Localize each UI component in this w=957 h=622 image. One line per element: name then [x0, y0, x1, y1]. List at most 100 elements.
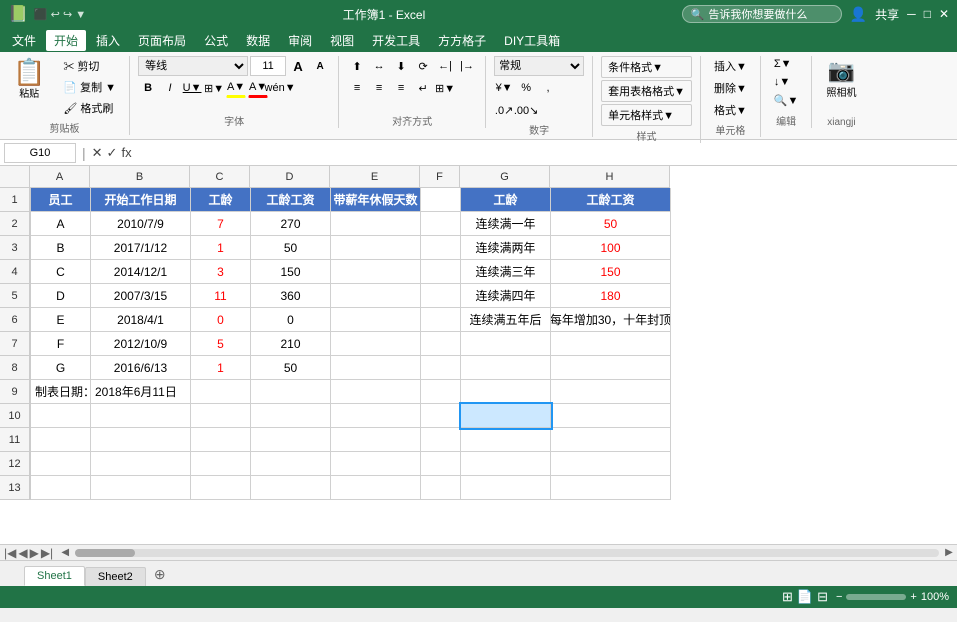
fill-color-button[interactable]: A▼ [226, 78, 246, 98]
cell-2-4[interactable]: 270 [251, 212, 331, 236]
cell-5-3[interactable]: 11 [191, 284, 251, 308]
align-right-button[interactable]: ≡ [391, 78, 411, 98]
cell-11-6[interactable] [421, 428, 461, 452]
format-painter-button[interactable]: 🖌 格式刷 [58, 98, 121, 118]
cell-2-2[interactable]: 2010/7/9 [91, 212, 191, 236]
cell-3-3[interactable]: 1 [191, 236, 251, 260]
col-header-d[interactable]: D [250, 166, 330, 188]
cell-13-1[interactable] [31, 476, 91, 500]
cell-5-5[interactable] [331, 284, 421, 308]
search-box[interactable]: 🔍 告诉我你想要做什么 [682, 5, 842, 23]
cell-6-3[interactable]: 0 [191, 308, 251, 332]
align-left-button[interactable]: ≡ [347, 78, 367, 98]
cell-12-4[interactable] [251, 452, 331, 476]
decimal-decrease-button[interactable]: .00↘ [516, 100, 536, 120]
sigma-button[interactable]: Σ▼ [769, 56, 804, 72]
row-header-11[interactable]: 11 [0, 428, 30, 452]
camera-button[interactable]: 📷 照相机 [820, 56, 862, 101]
cell-12-7[interactable] [461, 452, 551, 476]
page-layout-view-button[interactable]: 📄 [797, 589, 813, 605]
cell-10-6[interactable] [421, 404, 461, 428]
sheet-nav-last[interactable]: ▶| [41, 546, 53, 560]
insert-function-icon[interactable]: fx [121, 145, 131, 160]
cell-1-5[interactable]: 带薪年休假天数 [331, 188, 421, 212]
align-bottom-button[interactable]: ⬇ [391, 56, 411, 76]
cell-11-4[interactable] [251, 428, 331, 452]
cell-5-1[interactable]: D [31, 284, 91, 308]
cell-13-5[interactable] [331, 476, 421, 500]
row-header-12[interactable]: 12 [0, 452, 30, 476]
cell-2-5[interactable] [331, 212, 421, 236]
insert-cell-button[interactable]: 插入▼ [709, 56, 752, 76]
percent-button[interactable]: % [516, 78, 536, 98]
cell-2-3[interactable]: 7 [191, 212, 251, 236]
conditional-format-button[interactable]: 条件格式▼ [601, 56, 692, 78]
cell-9-7[interactable] [461, 380, 551, 404]
cell-3-6[interactable] [421, 236, 461, 260]
cell-7-5[interactable] [331, 332, 421, 356]
menu-home[interactable]: 开始 [46, 30, 86, 51]
cell-6-1[interactable]: E [31, 308, 91, 332]
h-scroll-right[interactable]: ▶ [941, 545, 957, 561]
row-header-2[interactable]: 2 [0, 212, 30, 236]
cell-4-5[interactable] [331, 260, 421, 284]
font-size-input[interactable] [250, 56, 286, 76]
cell-7-2[interactable]: 2012/10/9 [91, 332, 191, 356]
h-scroll-track[interactable] [75, 549, 939, 557]
cell-8-5[interactable] [331, 356, 421, 380]
add-sheet-button[interactable]: ⊕ [150, 564, 170, 584]
cell-12-3[interactable] [191, 452, 251, 476]
cell-10-7[interactable] [461, 404, 551, 428]
cell-11-1[interactable] [31, 428, 91, 452]
cell-1-6[interactable] [421, 188, 461, 212]
bold-button[interactable]: B [138, 78, 158, 98]
row-header-13[interactable]: 13 [0, 476, 30, 500]
cell-5-8[interactable]: 180 [551, 284, 671, 308]
cell-6-7[interactable]: 连续满五年后 [461, 308, 551, 332]
user-icon[interactable]: 👤 [850, 6, 867, 23]
cell-7-1[interactable]: F [31, 332, 91, 356]
table-format-button[interactable]: 套用表格格式▼ [601, 80, 692, 102]
cell-3-2[interactable]: 2017/1/12 [91, 236, 191, 260]
normal-view-button[interactable]: ⊞ [782, 589, 793, 605]
cell-4-1[interactable]: C [31, 260, 91, 284]
cell-6-4[interactable]: 0 [251, 308, 331, 332]
cell-3-5[interactable] [331, 236, 421, 260]
cell-8-1[interactable]: G [31, 356, 91, 380]
text-direction-button[interactable]: ⟳ [413, 56, 433, 76]
cell-3-4[interactable]: 50 [251, 236, 331, 260]
cell-8-8[interactable] [551, 356, 671, 380]
cell-13-7[interactable] [461, 476, 551, 500]
cell-12-1[interactable] [31, 452, 91, 476]
copy-button[interactable]: 📄 复制 ▼ [58, 77, 121, 97]
align-top-button[interactable]: ⬆ [347, 56, 367, 76]
cell-8-7[interactable] [461, 356, 551, 380]
cell-4-3[interactable]: 3 [191, 260, 251, 284]
col-header-b[interactable]: B [90, 166, 190, 188]
cell-4-8[interactable]: 150 [551, 260, 671, 284]
menu-review[interactable]: 审阅 [280, 30, 320, 51]
cell-9-8[interactable] [551, 380, 671, 404]
cell-9-3[interactable] [191, 380, 251, 404]
row-header-8[interactable]: 8 [0, 356, 30, 380]
font-size-increase-btn[interactable]: A [288, 56, 308, 76]
cell-7-3[interactable]: 5 [191, 332, 251, 356]
cell-1-7[interactable]: 工龄 [461, 188, 551, 212]
cell-reference-input[interactable] [4, 143, 76, 163]
cell-3-1[interactable]: B [31, 236, 91, 260]
col-header-a[interactable]: A [30, 166, 90, 188]
cell-11-3[interactable] [191, 428, 251, 452]
row-header-10[interactable]: 10 [0, 404, 30, 428]
cell-9-5[interactable] [331, 380, 421, 404]
menu-formula[interactable]: 公式 [196, 30, 236, 51]
cell-9-1[interactable]: 制表日期： [31, 380, 91, 404]
confirm-formula-icon[interactable]: ✓ [107, 145, 118, 161]
cell-1-1[interactable]: 员工 [31, 188, 91, 212]
font-name-select[interactable]: 等线 [138, 56, 248, 76]
cell-6-8[interactable]: 每年增加30，十年封顶 [551, 308, 671, 332]
formula-input[interactable] [136, 146, 953, 160]
indent-decrease-button[interactable]: ←| [435, 56, 455, 76]
sheet-tab-sheet2[interactable]: Sheet2 [85, 567, 146, 586]
indent-increase-button[interactable]: |→ [457, 56, 477, 76]
cell-11-8[interactable] [551, 428, 671, 452]
